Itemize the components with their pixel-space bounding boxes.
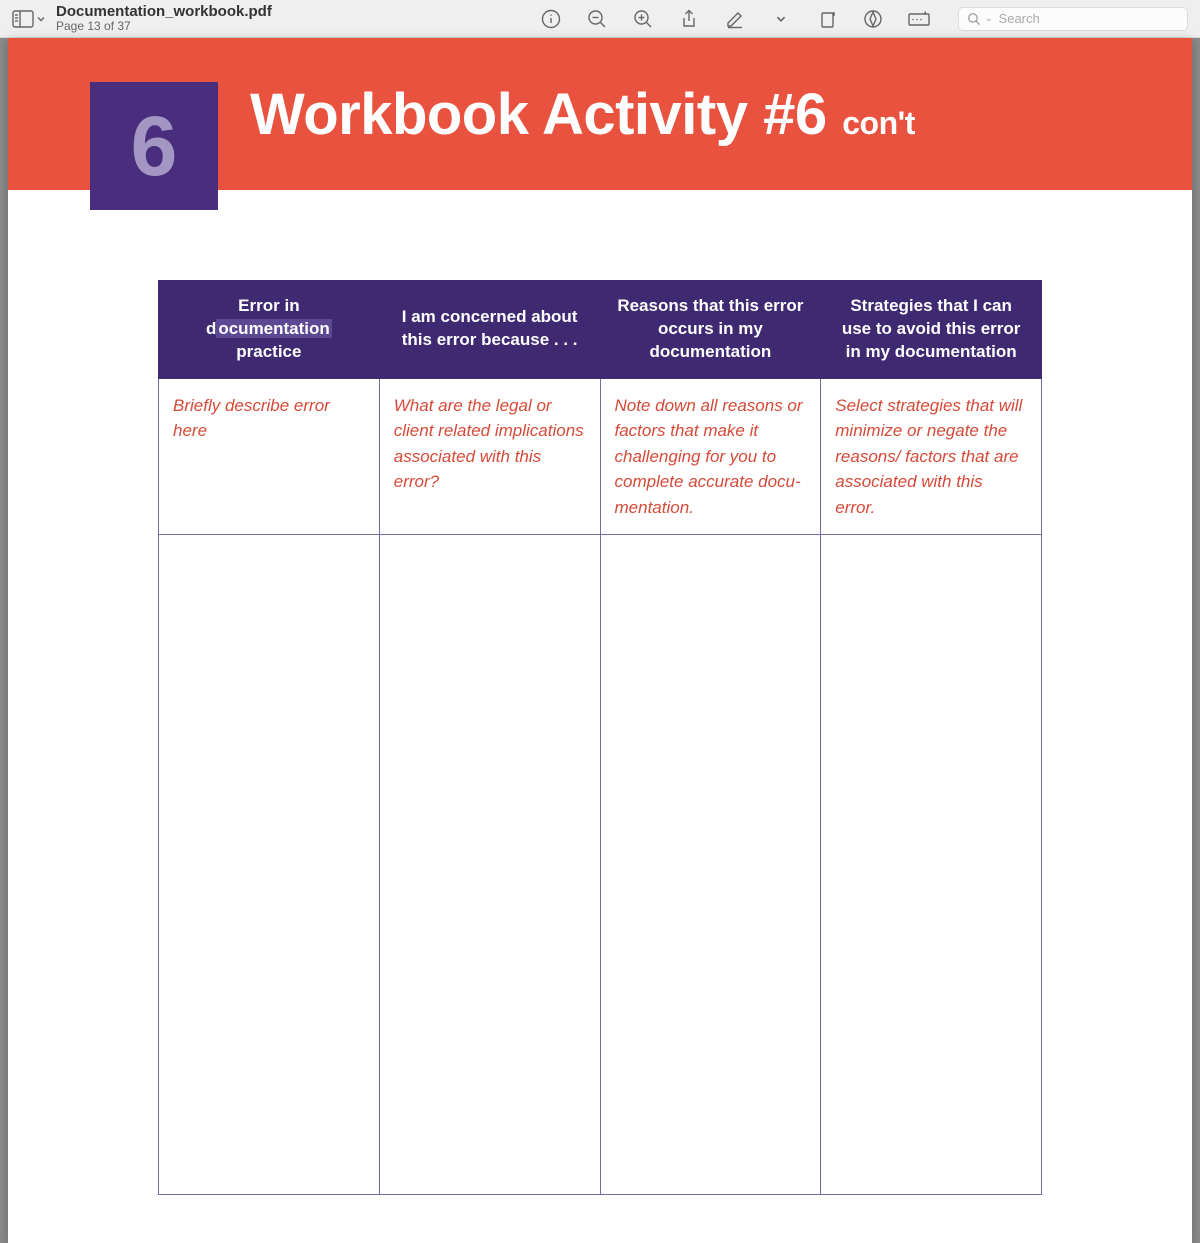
share-icon — [679, 9, 699, 29]
empty-input-row — [159, 535, 1042, 1195]
chevron-down-icon — [36, 14, 46, 24]
marker-icon — [863, 9, 883, 29]
zoom-in-button[interactable] — [632, 8, 654, 30]
toolbar-center-group — [540, 8, 930, 30]
instr-col3: Note down all reasons or factors that ma… — [600, 378, 821, 535]
header-col2: I am concerned about this error because … — [379, 281, 600, 379]
form-button[interactable] — [908, 8, 930, 30]
search-field-wrapper[interactable]: ⌄ — [958, 7, 1188, 31]
search-icon — [967, 12, 981, 26]
page-banner: 6 Workbook Activity #6 con't — [8, 38, 1192, 190]
zoom-out-button[interactable] — [586, 8, 608, 30]
title-main: Workbook Activity #6 — [250, 82, 827, 147]
activity-number-badge: 6 — [90, 82, 218, 210]
title-suffix: con't — [842, 105, 915, 141]
document-info: Documentation_workbook.pdf Page 13 of 37 — [56, 4, 272, 34]
page-content: Error in documentation practice I am con… — [8, 190, 1192, 1195]
chevron-down-icon — [775, 13, 787, 25]
pdf-page: 6 Workbook Activity #6 con't Error in do… — [8, 38, 1192, 1243]
rotate-icon — [817, 9, 837, 29]
workbook-table: Error in documentation practice I am con… — [158, 280, 1042, 1195]
pdf-viewport[interactable]: 6 Workbook Activity #6 con't Error in do… — [0, 38, 1200, 1243]
instr-col1: Briefly describe error here — [159, 378, 380, 535]
toolbar-left-group: Documentation_workbook.pdf Page 13 of 37 — [12, 4, 272, 34]
pdf-toolbar: Documentation_workbook.pdf Page 13 of 37 — [0, 0, 1200, 38]
rotate-button[interactable] — [816, 8, 838, 30]
instr-col4: Select strategies that will minimize or … — [821, 378, 1042, 535]
header-col3: Reasons that this error occurs in my doc… — [600, 281, 821, 379]
page-title: Workbook Activity #6 con't — [250, 81, 915, 148]
info-icon — [541, 9, 561, 29]
info-button[interactable] — [540, 8, 562, 30]
zoom-out-icon — [587, 9, 607, 29]
search-chevron-icon: ⌄ — [985, 13, 993, 24]
sidebar-icon — [12, 10, 34, 28]
header-col4: Strategies that I can use to avoid this … — [821, 281, 1042, 379]
sidebar-toggle-button[interactable] — [12, 10, 46, 28]
annotate-dropdown[interactable] — [770, 8, 792, 30]
page-indicator: Page 13 of 37 — [56, 20, 272, 33]
header-col1: Error in documentation practice — [159, 281, 380, 379]
selected-text: ocumentation — [216, 319, 331, 338]
table-header-row: Error in documentation practice I am con… — [159, 281, 1042, 379]
empty-cell-1[interactable] — [159, 535, 380, 1195]
activity-number: 6 — [131, 104, 178, 188]
markup-button[interactable] — [862, 8, 884, 30]
empty-cell-3[interactable] — [600, 535, 821, 1195]
empty-cell-2[interactable] — [379, 535, 600, 1195]
instr-col2: What are the legal or client related imp… — [379, 378, 600, 535]
instruction-row: Briefly describe error here What are the… — [159, 378, 1042, 535]
empty-cell-4[interactable] — [821, 535, 1042, 1195]
pencil-icon — [725, 9, 745, 29]
zoom-in-icon — [633, 9, 653, 29]
annotate-button[interactable] — [724, 8, 746, 30]
document-title: Documentation_workbook.pdf — [56, 4, 272, 21]
form-icon — [908, 11, 930, 27]
search-input[interactable] — [999, 11, 1179, 26]
share-button[interactable] — [678, 8, 700, 30]
